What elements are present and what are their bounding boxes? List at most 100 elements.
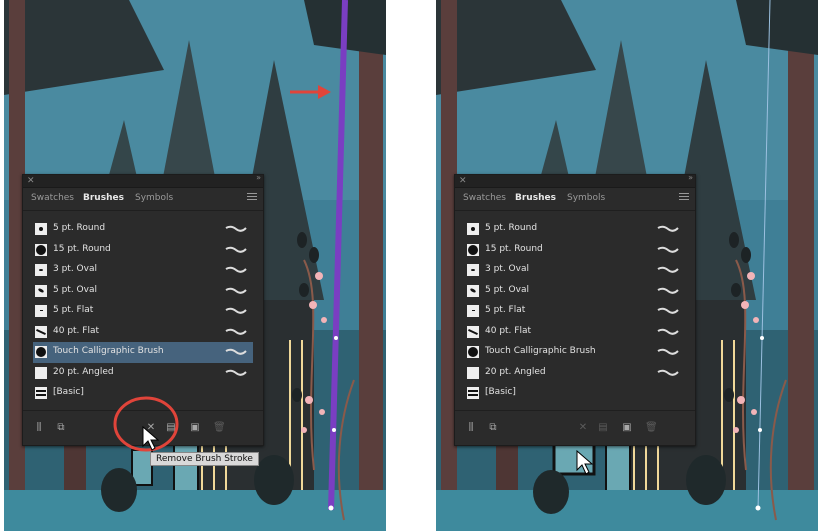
tooltip: Remove Brush Stroke <box>150 452 259 466</box>
delete-brush-icon[interactable]: 🗑 <box>213 423 226 433</box>
options-icon[interactable]: ▤ <box>597 423 609 433</box>
left-screenshot: ✕ » Swatches Brushes Symbols 5 pt. Round… <box>4 0 386 531</box>
panel-title-bar[interactable]: ✕ » <box>23 173 263 188</box>
brush-label: 40 pt. Flat <box>53 325 99 336</box>
brush-libraries-icon[interactable]: ⫼ <box>465 423 477 433</box>
brush-item-5pt-flat[interactable]: 5 pt. Flat <box>33 301 253 322</box>
stroke-preview-icon <box>657 307 679 314</box>
oval-icon <box>35 284 47 297</box>
stroke-preview-icon <box>657 348 679 355</box>
dot-small-icon <box>35 223 47 235</box>
brush-item-touch-calligraphic[interactable]: Touch Calligraphic Brush <box>33 342 253 363</box>
tab-symbols[interactable]: Symbols <box>567 193 605 203</box>
flat-angled-icon <box>35 325 47 338</box>
panel-footer: ⫼ ⧉ ✕ ▤ ▣ 🗑 <box>455 410 695 445</box>
brush-label: 20 pt. Angled <box>53 366 114 377</box>
brush-item-5pt-oval[interactable]: 5 pt. Oval <box>33 281 253 302</box>
brush-list: 5 pt. Round 15 pt. Round 3 pt. Oval 5 pt… <box>33 219 253 404</box>
calligraphic-icon <box>467 346 479 358</box>
flat-icon <box>35 305 47 317</box>
brush-item-20pt-angled[interactable]: 20 pt. Angled <box>465 363 685 384</box>
stroke-preview-icon <box>225 287 247 294</box>
tab-swatches[interactable]: Swatches <box>31 193 74 203</box>
stroke-preview-icon <box>225 307 247 314</box>
oval-small-icon <box>35 264 47 276</box>
brush-item-3pt-oval[interactable]: 3 pt. Oval <box>33 260 253 281</box>
brush-label: [Basic] <box>485 387 516 397</box>
brush-item-15pt-round[interactable]: 15 pt. Round <box>33 240 253 261</box>
libraries-panel-icon[interactable]: ⧉ <box>55 423 67 433</box>
brush-label: 5 pt. Flat <box>53 305 94 315</box>
close-icon[interactable]: ✕ <box>27 175 35 187</box>
new-brush-icon[interactable]: ▣ <box>621 423 633 433</box>
stroke-preview-icon <box>657 287 679 294</box>
dot-small-icon <box>467 223 479 235</box>
brush-label: 3 pt. Oval <box>53 264 97 274</box>
oval-small-icon <box>467 264 479 276</box>
brush-label: Touch Calligraphic Brush <box>53 346 164 356</box>
stroke-preview-icon <box>657 225 679 232</box>
brush-label: 40 pt. Flat <box>485 325 531 336</box>
brush-label: 5 pt. Flat <box>485 305 526 315</box>
stroke-preview-icon <box>657 246 679 253</box>
brush-label: 15 pt. Round <box>53 243 111 254</box>
stroke-preview-icon <box>225 246 247 253</box>
calligraphic-icon <box>35 346 47 358</box>
brush-item-3pt-oval[interactable]: 3 pt. Oval <box>465 260 685 281</box>
basic-lines-icon <box>467 387 479 399</box>
new-brush-icon[interactable]: ▣ <box>189 423 201 433</box>
close-icon[interactable]: ✕ <box>459 175 467 187</box>
brush-label: Touch Calligraphic Brush <box>485 346 596 356</box>
stroke-preview-icon <box>657 328 679 335</box>
right-screenshot: ✕ » Swatches Brushes Symbols 5 pt. Round… <box>436 0 818 531</box>
brush-label: 20 pt. Angled <box>485 366 546 377</box>
tab-symbols[interactable]: Symbols <box>135 193 173 203</box>
stroke-preview-icon <box>225 266 247 273</box>
dot-large-icon <box>35 243 47 256</box>
brush-item-basic[interactable]: [Basic] <box>465 383 685 404</box>
collapse-icon[interactable]: » <box>256 173 261 182</box>
brush-item-5pt-round[interactable]: 5 pt. Round <box>33 219 253 240</box>
brush-list: 5 pt. Round 15 pt. Round 3 pt. Oval 5 pt… <box>465 219 685 404</box>
brush-item-touch-calligraphic[interactable]: Touch Calligraphic Brush <box>465 342 685 363</box>
flat-icon <box>467 305 479 317</box>
brush-label: 3 pt. Oval <box>485 264 529 274</box>
flat-angled-icon <box>467 325 479 338</box>
brush-label: 5 pt. Oval <box>485 284 529 295</box>
tab-brushes[interactable]: Brushes <box>515 193 556 203</box>
collapse-icon[interactable]: » <box>688 173 693 182</box>
stroke-preview-icon <box>657 369 679 376</box>
brush-label: 5 pt. Oval <box>53 284 97 295</box>
brush-label: 5 pt. Round <box>485 223 538 233</box>
brushes-panel: ✕ » Swatches Brushes Symbols 5 pt. Round… <box>454 173 696 446</box>
stroke-preview-icon <box>225 369 247 376</box>
stroke-preview-icon <box>657 266 679 273</box>
brush-item-20pt-angled[interactable]: 20 pt. Angled <box>33 363 253 384</box>
mouse-pointer-icon <box>576 450 594 475</box>
libraries-panel-icon[interactable]: ⧉ <box>487 423 499 433</box>
panel-tabs: Swatches Brushes Symbols <box>23 188 263 211</box>
brush-item-5pt-flat[interactable]: 5 pt. Flat <box>465 301 685 322</box>
brush-item-5pt-round[interactable]: 5 pt. Round <box>465 219 685 240</box>
brush-label: 5 pt. Round <box>53 223 106 233</box>
mouse-pointer-icon <box>142 426 160 451</box>
tab-swatches[interactable]: Swatches <box>463 193 506 203</box>
tab-brushes[interactable]: Brushes <box>83 193 124 203</box>
oval-icon <box>467 284 479 297</box>
brush-item-5pt-oval[interactable]: 5 pt. Oval <box>465 281 685 302</box>
delete-brush-icon[interactable]: 🗑 <box>645 423 658 433</box>
panel-tabs: Swatches Brushes Symbols <box>455 188 695 211</box>
brush-item-15pt-round[interactable]: 15 pt. Round <box>465 240 685 261</box>
stroke-preview-icon <box>225 328 247 335</box>
brush-label: 15 pt. Round <box>485 243 543 254</box>
remove-brush-stroke-icon[interactable]: ✕ <box>577 423 589 433</box>
panel-menu-icon[interactable] <box>679 193 689 201</box>
red-callout-arrow-icon <box>290 85 331 99</box>
brush-item-40pt-flat[interactable]: 40 pt. Flat <box>33 322 253 343</box>
brush-item-40pt-flat[interactable]: 40 pt. Flat <box>465 322 685 343</box>
panel-title-bar[interactable]: ✕ » <box>455 173 695 188</box>
angled-icon <box>467 366 479 379</box>
brush-libraries-icon[interactable]: ⫼ <box>33 423 45 433</box>
panel-menu-icon[interactable] <box>247 193 257 201</box>
brush-label: [Basic] <box>53 387 84 397</box>
